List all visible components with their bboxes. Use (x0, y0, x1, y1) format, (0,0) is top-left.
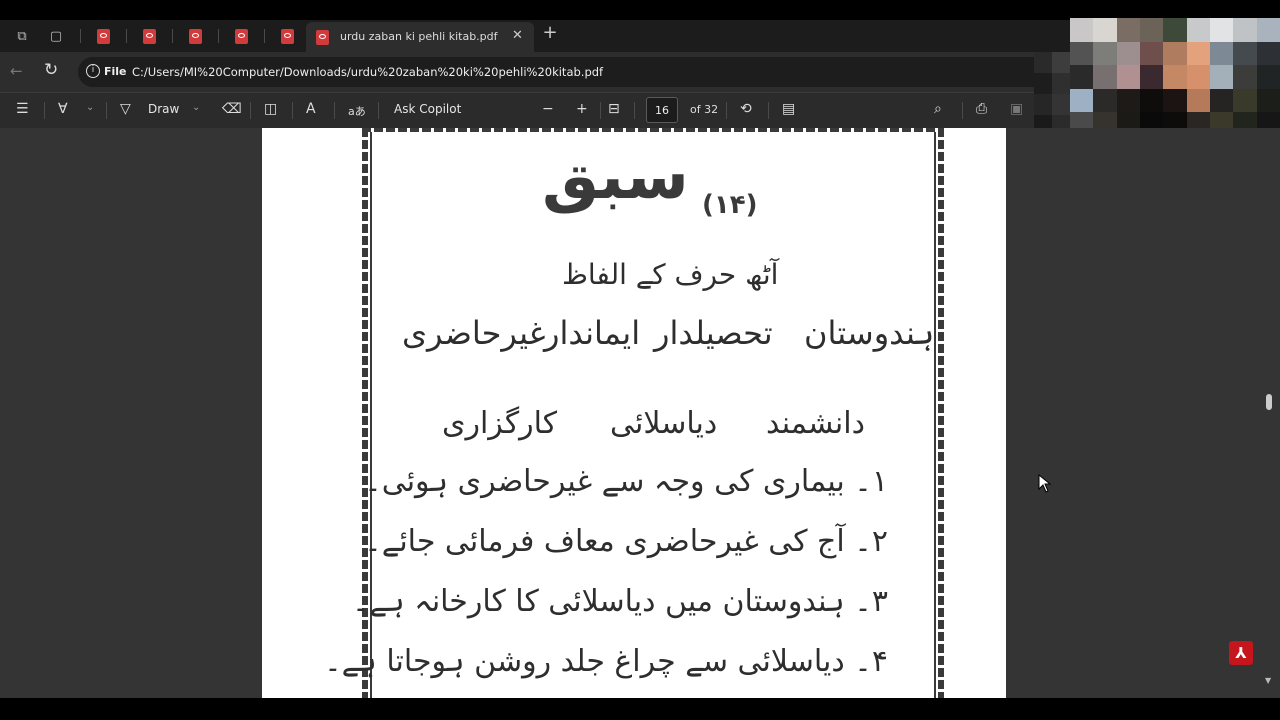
refresh-icon[interactable]: ↻ (44, 60, 58, 80)
address-row: ← ↻ i File C:/Users/MI%20Computer/Downlo… (0, 52, 1040, 92)
word-item: ایماندار (544, 314, 641, 352)
toolbar-separator (334, 102, 335, 119)
pdf-tab-2[interactable] (128, 24, 170, 48)
page-border-right-inner (934, 128, 936, 698)
toolbar-separator (106, 102, 107, 119)
toolbar-separator (378, 102, 379, 119)
pdf-icon (96, 28, 110, 44)
highlight-icon[interactable]: ∀ (58, 101, 68, 117)
draw-label[interactable]: Draw (148, 102, 179, 116)
pdf-toolbar: ☰ ∀ ⌄ ▽ Draw ⌄ ⌫ ◫ A aあ Ask Copilot − + … (0, 92, 1040, 128)
toolbar-separator (44, 102, 45, 119)
contents-list-icon[interactable]: ☰ (16, 101, 29, 117)
word-item: دیاسلائی (610, 406, 718, 441)
word-item: ہندوستان (804, 314, 935, 352)
pdf-icon (188, 28, 202, 44)
sentence-line: ۲۔ آج کی غیرحاضری معاف فرمائی جائے۔ (364, 524, 888, 559)
url-text[interactable]: C:/Users/MI%20Computer/Downloads/urdu%20… (132, 65, 603, 79)
tab-separator (218, 29, 219, 43)
tab-separator (80, 29, 81, 43)
close-tab-icon[interactable]: ✕ (512, 28, 523, 43)
active-tab[interactable]: urdu zaban ki pehli kitab.pdf ✕ (306, 22, 534, 52)
bottom-black-bar (0, 698, 1280, 720)
back-arrow-icon[interactable]: ← (10, 62, 23, 80)
pdf-icon (280, 28, 294, 44)
draw-icon[interactable]: ▽ (120, 101, 131, 117)
page-total-label: of 32 (690, 103, 719, 116)
pdf-tab-1[interactable] (82, 24, 124, 48)
pdf-icon (142, 28, 156, 44)
tab-actions-icon[interactable]: ▢ (46, 26, 66, 46)
info-icon[interactable]: i (86, 64, 100, 78)
ask-copilot-button[interactable]: Ask Copilot (394, 102, 461, 116)
pdf-tab-5[interactable] (266, 24, 308, 48)
read-aloud-icon[interactable]: A (306, 101, 316, 117)
webcam-overlay (1070, 18, 1280, 136)
save-icon[interactable]: ▣ (1010, 101, 1023, 117)
pdf-page: سبق (۱۴) آٹھ حرف کے الفاظ ہندوستان تحصیل… (262, 128, 1006, 698)
pdf-icon (234, 28, 248, 44)
rotate-icon[interactable]: ⟲ (740, 101, 752, 117)
fit-page-icon[interactable]: ⊟ (608, 101, 620, 117)
pdf-icon (316, 30, 329, 45)
toolbar-separator (634, 102, 635, 119)
webcam-edge (1034, 52, 1070, 136)
vertical-scrollbar-thumb[interactable] (1266, 394, 1272, 410)
toolbar-separator (768, 102, 769, 119)
page-border-top (362, 128, 944, 132)
sentence-line: ۱۔ بیماری کی وجہ سے غیرحاضری ہوئی۔ (364, 464, 888, 499)
zoom-out-button[interactable]: − (542, 101, 554, 117)
toolbar-separator (726, 102, 727, 119)
toolbar-separator (292, 102, 293, 119)
sentence-line: ۴۔ دیاسلائی سے چراغ جلد روشن ہوجاتا ہے۔ (324, 644, 888, 679)
mouse-cursor-icon (1038, 474, 1052, 493)
page-number-input[interactable] (646, 97, 678, 123)
page-border-right (938, 128, 944, 698)
scroll-down-icon[interactable]: ▼ (1265, 676, 1271, 685)
toolbar-separator (600, 102, 601, 119)
active-tab-title: urdu zaban ki pehli kitab.pdf (340, 30, 498, 43)
print-icon[interactable]: ⎙ (976, 101, 987, 117)
workspaces-icon[interactable]: ⧉ (12, 26, 32, 46)
pdf-viewer[interactable]: سبق (۱۴) آٹھ حرف کے الفاظ ہندوستان تحصیل… (0, 128, 1280, 698)
eraser-icon[interactable]: ⌫ (222, 101, 242, 117)
toolbar-separator (250, 102, 251, 119)
tab-separator (172, 29, 173, 43)
translate-icon[interactable]: aあ (348, 103, 366, 119)
lesson-heading: سبق (542, 140, 689, 214)
adobe-acrobat-icon[interactable]: ⅄ (1229, 641, 1253, 665)
chevron-down-icon[interactable]: ⌄ (192, 102, 200, 113)
pdf-tab-4[interactable] (220, 24, 262, 48)
scheme-label: File (104, 65, 127, 78)
word-item: کارگزاری (442, 406, 558, 441)
word-item: دانشمند (766, 406, 865, 441)
sentence-line: ۳۔ ہندوستان میں دیاسلائی کا کارخانہ ہے۔ (351, 584, 888, 619)
new-tab-button[interactable]: + (540, 22, 560, 43)
address-bar[interactable]: i File C:/Users/MI%20Computer/Downloads/… (78, 57, 1040, 87)
toolbar-separator (962, 102, 963, 119)
text-box-icon[interactable]: ◫ (264, 101, 277, 117)
page-view-icon[interactable]: ▤ (782, 101, 795, 117)
tab-separator (264, 29, 265, 43)
tab-separator (126, 29, 127, 43)
zoom-in-button[interactable]: + (576, 101, 588, 117)
lesson-number: (۱۴) (702, 190, 758, 220)
lesson-subtitle: آٹھ حرف کے الفاظ (562, 258, 779, 291)
search-icon[interactable]: ⌕ (934, 101, 942, 117)
word-item: تحصیلدار (654, 314, 773, 352)
word-item: غیرحاضری (402, 314, 546, 352)
chevron-down-icon[interactable]: ⌄ (86, 102, 94, 113)
pdf-tab-3[interactable] (174, 24, 216, 48)
